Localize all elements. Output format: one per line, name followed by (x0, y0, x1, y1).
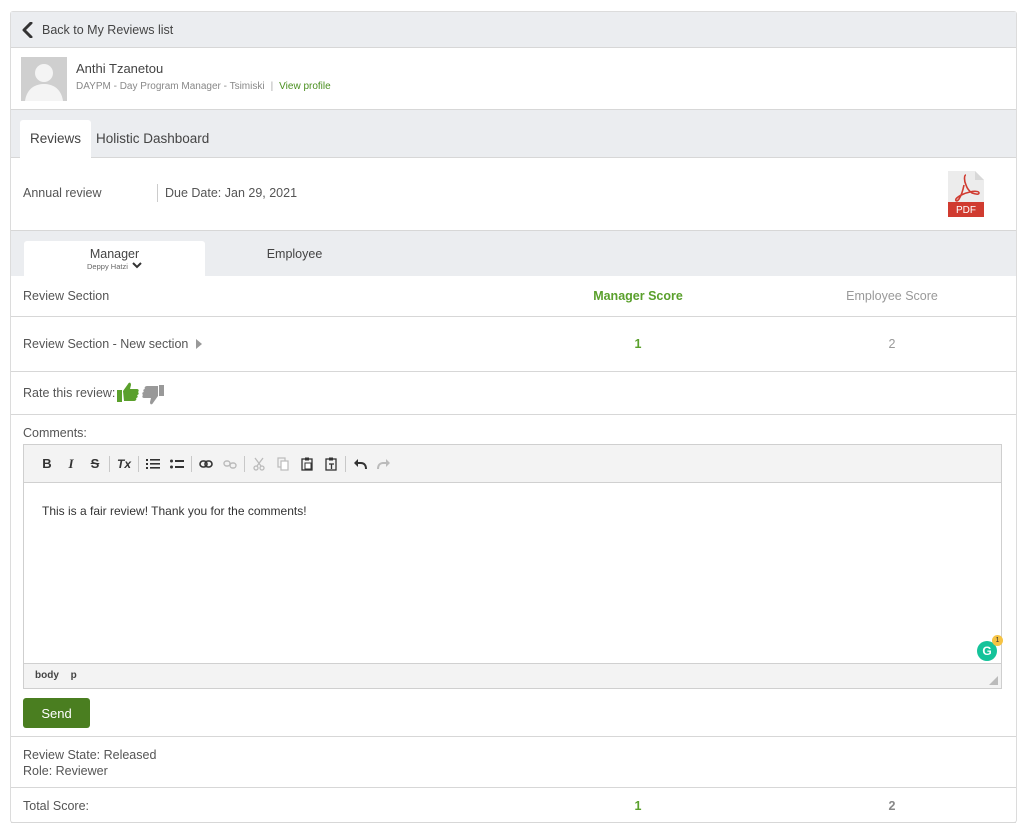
remove-format-button[interactable]: Tx (112, 453, 136, 475)
position-text: DAYPM - Day Program Manager - Tsimiski (76, 81, 265, 92)
col-employee-score: Employee Score (846, 289, 938, 303)
tab-employee[interactable]: Employee (204, 241, 385, 276)
divider (157, 184, 158, 202)
undo-button[interactable] (348, 453, 372, 475)
tab-manager-label: Manager (89, 247, 140, 261)
review-page: Back to My Reviews list Anthi Tzanetou D… (10, 11, 1017, 823)
separator: | (270, 81, 274, 92)
tab-employee-label: Employee (266, 247, 323, 261)
rich-text-editor: B I S Tx This is a fair review! Thank yo… (23, 444, 1003, 689)
unlink-button[interactable] (218, 453, 242, 475)
total-score-row: Total Score: 1 2 (11, 788, 1016, 823)
link-button[interactable] (194, 453, 218, 475)
tab-reviews[interactable]: Reviews (20, 120, 92, 158)
back-label: Back to My Reviews list (42, 22, 174, 37)
element-path: body p (24, 663, 1001, 688)
bullet-list-icon (170, 459, 184, 468)
rate-label: Rate this review: (23, 386, 116, 400)
editor-toolbar: B I S Tx (24, 445, 1001, 483)
thumbs-up-icon[interactable] (116, 381, 140, 403)
bullet-list-button[interactable] (165, 453, 189, 475)
comment-text-area[interactable]: This is a fair review! Thank you for the… (24, 483, 1001, 663)
profile-header: Anthi Tzanetou DAYPM - Day Program Manag… (11, 48, 1016, 110)
section-name-text: Review Section - New section (23, 337, 189, 351)
avatar (21, 57, 67, 101)
due-date: Due Date: Jan 29, 2021 (165, 186, 298, 200)
pdf-download-icon[interactable]: PDF (948, 171, 984, 217)
table-row[interactable]: Review Section - New section 1 2 (11, 317, 1016, 372)
pdf-label: PDF (956, 205, 976, 216)
resize-handle-icon[interactable] (989, 676, 998, 685)
comments-label: Comments: (23, 426, 87, 440)
numbered-list-icon (146, 458, 160, 469)
review-role: Role: Reviewer (23, 764, 108, 778)
scissors-icon (253, 457, 265, 471)
caret-right-icon (196, 339, 203, 349)
manager-score: 1 (634, 337, 642, 351)
thumbs-down-icon[interactable] (142, 384, 164, 406)
employee-position: DAYPM - Day Program Manager - Tsimiski | V… (76, 81, 331, 92)
section-name: Review Section - New section (23, 337, 203, 351)
paste-text-icon (325, 457, 337, 471)
view-profile-link[interactable]: View profile (279, 81, 331, 92)
total-label: Total Score: (23, 799, 90, 813)
paste-icon (301, 457, 313, 471)
path-body[interactable]: body (35, 670, 59, 681)
user-silhouette-icon (21, 57, 67, 101)
bold-glyph: B (42, 456, 52, 471)
send-button[interactable]: Send (23, 698, 90, 728)
col-review-section: Review Section (23, 289, 110, 303)
unlink-icon (223, 459, 237, 469)
bold-button[interactable]: B (35, 453, 59, 475)
manager-name-text: Deppy Hatzi (87, 262, 128, 271)
strike-glyph: S (90, 456, 100, 471)
remove-format-glyph: Tx (116, 456, 131, 471)
toolbar-separator (345, 455, 346, 472)
toolbar-separator (191, 455, 192, 472)
rate-review-row: Rate this review: (11, 372, 1016, 415)
toolbar-separator (244, 455, 245, 472)
toolbar-separator (109, 455, 110, 472)
employee-name: Anthi Tzanetou (76, 61, 164, 76)
tab-holistic-dashboard[interactable]: Holistic Dashboard (86, 120, 219, 158)
total-manager-score: 1 (634, 799, 642, 813)
redo-button[interactable] (372, 453, 396, 475)
total-employee-score: 2 (888, 799, 896, 813)
undo-icon (354, 458, 367, 469)
copy-icon (277, 456, 289, 471)
role-tabs: Manager Deppy Hatzi Employee (11, 231, 1016, 276)
copy-button[interactable] (271, 453, 295, 475)
employee-score: 2 (888, 337, 896, 351)
strikethrough-button[interactable]: S (83, 453, 107, 475)
review-state: Review State: Released (23, 748, 157, 762)
italic-button[interactable]: I (59, 453, 83, 475)
review-state-block: Review State: Released Role: Reviewer (11, 737, 1016, 788)
redo-icon (377, 458, 390, 469)
path-p[interactable]: p (71, 670, 77, 681)
manager-name: Deppy Hatzi (24, 262, 205, 271)
link-icon (199, 459, 213, 468)
back-link[interactable]: Back to My Reviews list (11, 12, 1016, 48)
paste-text-button[interactable] (319, 453, 343, 475)
chevron-left-icon (22, 21, 33, 38)
toolbar-separator (138, 455, 139, 472)
table-header: Review Section Manager Score Employee Sc… (11, 276, 1016, 317)
numbered-list-button[interactable] (141, 453, 165, 475)
grammarly-count-badge: 1 (992, 635, 1003, 646)
cut-button[interactable] (247, 453, 271, 475)
comments-section: Comments: B I S Tx This is a fair review… (11, 415, 1016, 737)
paste-button[interactable] (295, 453, 319, 475)
col-manager-score: Manager Score (593, 289, 683, 303)
italic-glyph: I (68, 455, 74, 471)
review-info-row: Annual review Due Date: Jan 29, 2021 PDF (11, 158, 1016, 231)
chevron-down-icon (132, 262, 142, 269)
main-tabs: Reviews Holistic Dashboard (11, 110, 1016, 158)
review-type: Annual review (23, 186, 102, 200)
tab-manager[interactable]: Manager Deppy Hatzi (24, 241, 205, 276)
